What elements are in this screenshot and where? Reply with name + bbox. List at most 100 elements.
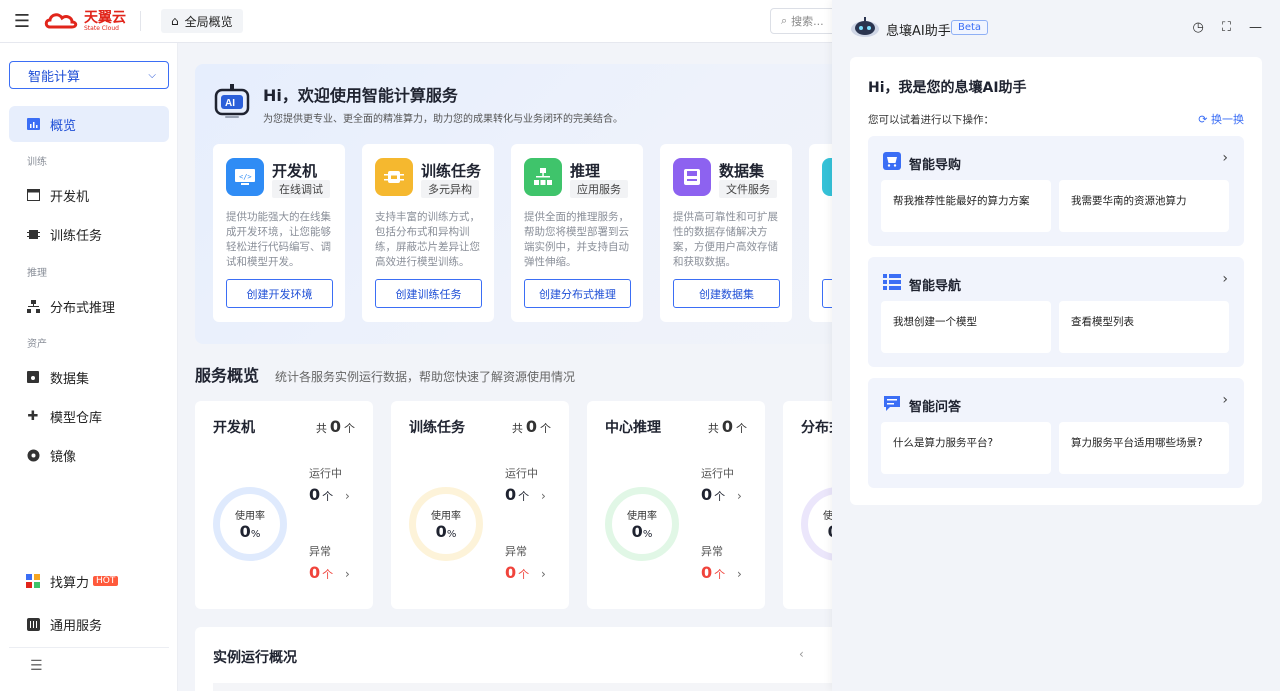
usage-ring: 使用率0% — [213, 487, 287, 561]
service-name: 分布式 — [801, 420, 832, 436]
block-header[interactable]: 智能问答 — [883, 394, 961, 416]
chip-icon — [26, 227, 40, 241]
sidebar-item-general-service[interactable]: 通用服务 — [9, 606, 169, 642]
chevron-right-icon[interactable]: › — [737, 567, 742, 581]
block-header[interactable]: 智能导航 — [883, 273, 961, 295]
sidebar-item-label: 开发机 — [50, 189, 90, 205]
hot-badge: HOT — [93, 576, 119, 586]
running-value[interactable]: 0个 — [701, 485, 725, 504]
instance-table-header — [213, 683, 832, 691]
running-value[interactable]: 0个 — [505, 485, 529, 504]
running-unit: 个 — [714, 490, 726, 503]
create-train-task-button[interactable]: 创建训练任务 — [375, 279, 482, 308]
error-unit: 个 — [518, 568, 530, 581]
chevron-right-icon[interactable]: › — [1222, 271, 1228, 287]
block-title: 智能导航 — [909, 278, 962, 294]
create-dist-infer-button[interactable]: 创建分布式推理 — [524, 279, 631, 308]
apps-icon — [26, 574, 40, 588]
chevron-right-icon[interactable]: › — [541, 489, 546, 503]
block-title: 智能问答 — [909, 399, 962, 415]
swap-button[interactable]: ⟳ 换一换 — [1198, 111, 1244, 127]
search-icon: ⌕ — [781, 14, 788, 27]
card-button-partial[interactable] — [822, 279, 832, 308]
list-icon — [883, 273, 901, 295]
assistant-header: 息壤AI助手 Beta ◷ ⛶ — — [832, 0, 1280, 57]
cart-icon — [883, 152, 901, 174]
cloud-logo-icon — [44, 13, 78, 29]
total-prefix: 共 — [315, 422, 327, 435]
chevron-right-icon[interactable]: › — [737, 489, 742, 503]
error-value[interactable]: 0个 — [701, 563, 725, 582]
sidebar-divider — [9, 647, 169, 648]
chevron-right-icon[interactable]: › — [1222, 150, 1228, 166]
create-devbox-button[interactable]: 创建开发环境 — [226, 279, 333, 308]
usage-pct: % — [642, 529, 653, 540]
service-selector-label: 智能计算 — [28, 69, 81, 85]
search-input[interactable]: ⌕ 搜索... — [770, 8, 840, 34]
product-card-partial — [809, 144, 832, 322]
logo-subtext: State Cloud — [84, 24, 119, 32]
product-card-train: 训练任务 多元异构 支持丰富的训练方式，包括分布式和异构训练，屏蔽芯片差异让您高… — [362, 144, 494, 322]
sidebar-item-devbox[interactable]: 开发机 — [9, 177, 169, 213]
suggestion-item[interactable]: 查看模型列表 — [1059, 301, 1229, 353]
running-label: 运行中 — [309, 467, 342, 480]
instance-overview: 实例运行概况 ‹ — [195, 627, 832, 691]
menu-icon[interactable]: ☰ — [0, 0, 44, 43]
breadcrumb[interactable]: ⌂ 全局概览 — [161, 9, 243, 33]
error-label: 异常 — [505, 545, 527, 558]
ai-robot-icon: AI — [214, 84, 250, 118]
error-value[interactable]: 0个 — [309, 563, 333, 582]
usage-value: 0 — [239, 522, 251, 541]
chevron-right-icon[interactable]: › — [541, 567, 546, 581]
usage-label: 使用率 — [823, 511, 832, 522]
suggestion-item[interactable]: 什么是算力服务平台? — [881, 422, 1051, 474]
running-value[interactable]: 0个 — [309, 485, 333, 504]
top-bar: ☰ 天翼云 State Cloud ⌂ 全局概览 ⌕ 搜索... — [0, 0, 840, 43]
logo[interactable]: 天翼云 State Cloud — [44, 11, 141, 31]
minimize-icon[interactable]: — — [1249, 20, 1262, 35]
block-header[interactable]: 智能导购 — [883, 152, 961, 174]
chevron-left-icon[interactable]: ‹ — [799, 647, 804, 661]
chevron-right-icon[interactable]: › — [345, 489, 350, 503]
sidebar-item-label: 数据集 — [50, 371, 90, 387]
create-dataset-button[interactable]: 创建数据集 — [673, 279, 780, 308]
card-title: 开发机 — [272, 162, 318, 180]
sidebar-item-image[interactable]: 镜像 — [9, 437, 169, 473]
sidebar-item-train-task[interactable]: 训练任务 — [9, 216, 169, 252]
sidebar-item-dist-infer[interactable]: 分布式推理 — [9, 288, 169, 324]
ai-assistant-panel: 息壤AI助手 Beta ◷ ⛶ — Hi，我是您的息壤AI助手 您可以试着进行以… — [832, 0, 1280, 691]
collapse-menu-icon[interactable]: ☰ — [30, 658, 43, 674]
disc-icon — [26, 448, 40, 462]
sidebar-item-overview[interactable]: 概览 — [9, 106, 169, 142]
banner-subtitle: 为您提供更专业、更全面的精准算力，助力您的成果转化与业务闭环的完美结合。 — [263, 114, 623, 125]
error-label: 异常 — [309, 545, 331, 558]
service-selector[interactable]: 智能计算 ⌵ — [9, 61, 169, 89]
sidebar-item-label: 通用服务 — [50, 618, 103, 634]
suggestion-item[interactable]: 算力服务平台适用哪些场景? — [1059, 422, 1229, 474]
fullscreen-icon[interactable]: ⛶ — [1222, 20, 1231, 35]
suggestion-item[interactable]: 帮我推荐性能最好的算力方案 — [881, 180, 1051, 232]
total-value: 0 — [525, 417, 537, 436]
sidebar-item-label: 镜像 — [50, 449, 77, 465]
history-icon[interactable]: ◷ — [1193, 20, 1204, 35]
sidebar-item-dataset[interactable]: 数据集 — [9, 359, 169, 395]
running-unit: 个 — [322, 490, 334, 503]
sliders-icon — [26, 617, 40, 631]
sidebar-item-find-compute[interactable]: 找算力 HOT — [9, 563, 169, 599]
sidebar-item-model-repo[interactable]: ✚ 模型仓库 — [9, 398, 169, 434]
logo-text: 天翼云 — [84, 9, 126, 26]
total-prefix: 共 — [707, 422, 719, 435]
nav-group-train: 训练 — [27, 157, 47, 168]
sidebar-item-label: 概览 — [50, 118, 77, 134]
usage-value: 0 — [631, 522, 643, 541]
suggestion-item[interactable]: 我需要华南的资源池算力 — [1059, 180, 1229, 232]
refresh-icon: ⟳ — [1198, 113, 1211, 126]
chevron-right-icon[interactable]: › — [345, 567, 350, 581]
save-icon — [26, 370, 40, 384]
welcome-banner: AI Hi，欢迎使用智能计算服务 为您提供更专业、更全面的精准算力，助力您的成果… — [195, 64, 832, 344]
error-value[interactable]: 0个 — [505, 563, 529, 582]
service-name: 训练任务 — [409, 420, 465, 436]
assistant-greeting: Hi，我是您的息壤AI助手 — [868, 80, 1027, 96]
chevron-right-icon[interactable]: › — [1222, 392, 1228, 408]
suggestion-item[interactable]: 我想创建一个模型 — [881, 301, 1051, 353]
